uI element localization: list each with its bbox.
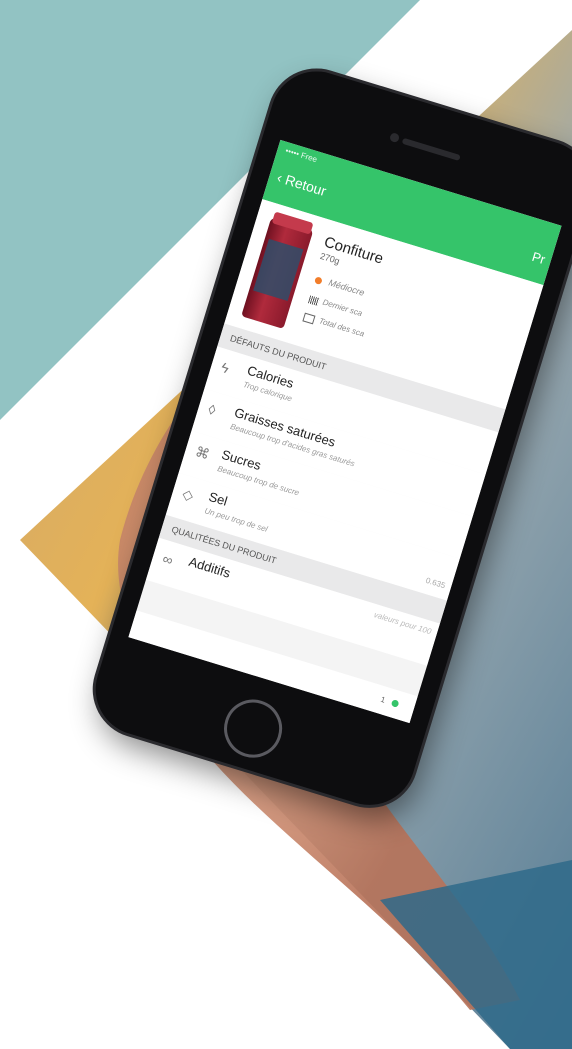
defect-value: 0.635 [424, 575, 447, 591]
page-dot-icon [390, 699, 400, 708]
quality-title: Additifs [187, 553, 233, 581]
rating-dot-icon [314, 276, 323, 285]
front-camera [388, 132, 401, 144]
defect-title: Sel [206, 488, 230, 509]
barcode-icon [307, 295, 320, 306]
drop-icon: ◊ [206, 400, 218, 419]
status-bar: ••••• Free [284, 146, 319, 165]
back-label: Retour [283, 171, 329, 200]
salt-icon: ◇ [180, 485, 196, 504]
candy-icon: ⌘ [193, 443, 212, 463]
speaker-grille [401, 137, 461, 162]
rating-text: Médiocre [327, 277, 366, 298]
back-button[interactable]: ‹ Retour [275, 169, 328, 199]
molecule-icon: ∞ [160, 550, 175, 569]
home-button[interactable] [216, 692, 290, 765]
last-scan-text: Dernier sca [321, 297, 364, 319]
lightning-icon: ϟ [219, 358, 231, 377]
total-scans-text: Total des sca [317, 316, 366, 339]
chart-icon [302, 312, 316, 325]
nav-title: Pr [530, 248, 548, 268]
page-indicator: 1 [379, 694, 387, 705]
